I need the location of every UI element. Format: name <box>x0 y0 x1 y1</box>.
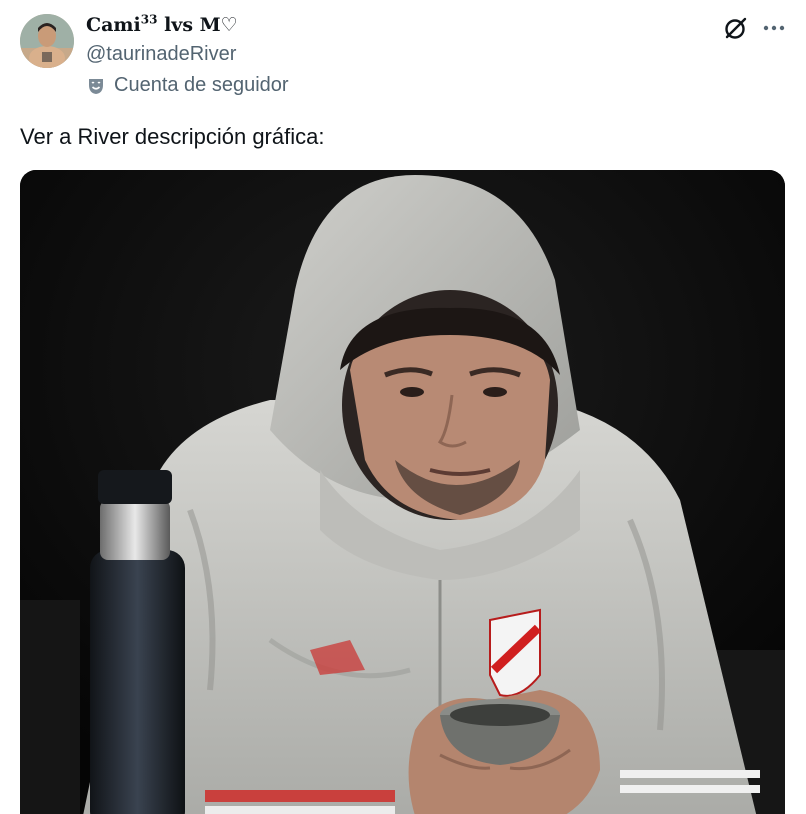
grok-slash-circle-icon[interactable] <box>722 14 750 42</box>
display-name-text: Cami <box>86 14 141 36</box>
display-name-superscript: 33 <box>140 12 158 27</box>
tweet-photo[interactable] <box>20 170 785 814</box>
display-name[interactable]: Cami33 lvs M♡ <box>86 14 238 36</box>
tweet-text: Ver a River descripción gráfica: <box>20 124 325 149</box>
display-name-suffix: lvs M♡ <box>157 14 238 36</box>
follower-badge: Cuenta de seguidor <box>86 74 289 97</box>
tweet[interactable]: Cami33 lvs M♡ @taurinadeRiver Cuenta de … <box>0 0 806 814</box>
ellipsis-icon[interactable] <box>760 14 788 42</box>
follower-badge-text: Cuenta de seguidor <box>114 74 289 96</box>
avatar[interactable] <box>20 14 74 68</box>
user-handle[interactable]: @taurinadeRiver <box>86 43 236 66</box>
smiling-mask-icon <box>86 76 106 96</box>
